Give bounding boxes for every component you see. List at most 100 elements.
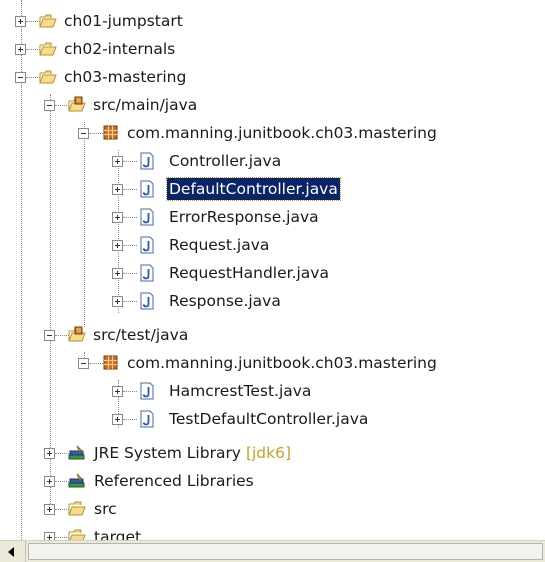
- folder-icon: [68, 501, 86, 516]
- tree-item-label: ch01-jumpstart: [64, 12, 183, 30]
- tree-item-errorresponse-java[interactable]: ErrorResponse.java: [0, 205, 545, 231]
- java-file-icon: [140, 236, 154, 254]
- expand-toggle[interactable]: [112, 184, 123, 195]
- tree-connector: [123, 161, 137, 162]
- tree-item-label: Referenced Libraries: [94, 472, 254, 490]
- source-folder-icon: [68, 326, 86, 342]
- scroll-left-arrow-icon[interactable]: [0, 541, 26, 562]
- tree-connector: [123, 245, 137, 246]
- tree-item-referenced-libraries[interactable]: Referenced Libraries: [0, 469, 545, 495]
- tree-item-package-main[interactable]: com.manning.junitbook.ch03.mastering: [0, 121, 545, 147]
- tree-item-label: Response.java: [169, 292, 281, 310]
- library-name: JRE System Library: [94, 444, 241, 462]
- folder-icon: [68, 529, 86, 540]
- collapse-toggle[interactable]: [78, 358, 89, 369]
- tree-connector: [123, 217, 137, 218]
- tree-connector: [55, 481, 69, 482]
- collapse-toggle[interactable]: [15, 72, 26, 83]
- tree-item-ch01-jumpstart[interactable]: ch01-jumpstart: [0, 9, 545, 35]
- expand-toggle[interactable]: [15, 16, 26, 27]
- java-file-icon: [140, 208, 154, 226]
- tree-item-target[interactable]: target: [0, 525, 545, 540]
- tree-item-controller-java[interactable]: Controller.java: [0, 149, 545, 175]
- package-icon: [103, 125, 118, 140]
- tree-item-ch02-internals[interactable]: ch02-internals: [0, 37, 545, 63]
- tree-item-label: HamcrestTest.java: [169, 382, 312, 400]
- java-file-icon: [140, 180, 154, 198]
- tree-item-label: ch02-internals: [64, 40, 176, 58]
- tree-connector: [89, 363, 103, 364]
- tree-item-package-test[interactable]: com.manning.junitbook.ch03.mastering: [0, 351, 545, 377]
- java-file-icon: [140, 382, 154, 400]
- tree-item-jre-system-library[interactable]: JRE System Library [jdk6]: [0, 441, 545, 467]
- library-icon: [68, 473, 85, 488]
- tree-item-label: ErrorResponse.java: [169, 208, 319, 226]
- java-file-icon: [140, 264, 154, 282]
- tree-item-label-selected: DefaultController.java: [166, 177, 341, 201]
- expand-toggle[interactable]: [44, 448, 55, 459]
- tree-item-request-java[interactable]: Request.java: [0, 233, 545, 259]
- tree-item-label: JRE System Library [jdk6]: [92, 442, 293, 464]
- expand-toggle[interactable]: [112, 240, 123, 251]
- java-file-icon: [140, 292, 154, 310]
- tree-connector: [123, 301, 137, 302]
- expand-toggle[interactable]: [112, 414, 123, 425]
- tree-connector: [55, 509, 69, 510]
- tree-connector: [55, 537, 69, 538]
- tree-item-label: src: [94, 500, 117, 518]
- library-icon: [68, 445, 85, 460]
- folder-open-icon: [39, 70, 57, 84]
- tree-item-ch03-mastering[interactable]: ch03-mastering: [0, 65, 545, 91]
- tree-connector: [55, 453, 69, 454]
- expand-toggle[interactable]: [112, 268, 123, 279]
- tree-item-label: TestDefaultController.java: [169, 410, 369, 428]
- tree-item-defaultcontroller-java[interactable]: DefaultController.java: [0, 177, 545, 203]
- tree-connector: [123, 189, 137, 190]
- tree-connector: [55, 335, 69, 336]
- source-folder-icon: [68, 96, 86, 112]
- tree-item-response-java[interactable]: Response.java: [0, 289, 545, 315]
- scrollbar-thumb[interactable]: [28, 543, 543, 560]
- tree-connector: [89, 133, 103, 134]
- tree-item-src[interactable]: src: [0, 497, 545, 523]
- expand-toggle[interactable]: [112, 156, 123, 167]
- expand-toggle[interactable]: [15, 44, 26, 55]
- java-file-icon: [140, 152, 154, 170]
- collapse-toggle[interactable]: [44, 100, 55, 111]
- project-explorer-tree[interactable]: ch01-jumpstart ch02-internals ch03-maste…: [0, 0, 545, 540]
- tree-item-src-main-java[interactable]: src/main/java: [0, 93, 545, 119]
- folder-open-icon: [39, 14, 57, 28]
- folder-open-icon: [39, 42, 57, 56]
- tree-connector: [26, 21, 40, 22]
- expand-toggle[interactable]: [44, 504, 55, 515]
- tree-connector: [26, 77, 40, 78]
- tree-connector: [123, 391, 137, 392]
- tree-item-label: com.manning.junitbook.ch03.mastering: [127, 124, 437, 142]
- tree-item-testdefaultcontroller-java[interactable]: TestDefaultController.java: [0, 407, 545, 433]
- expand-toggle[interactable]: [44, 532, 55, 540]
- tree-item-hamcresttest-java[interactable]: HamcrestTest.java: [0, 379, 545, 405]
- expand-toggle[interactable]: [112, 212, 123, 223]
- package-icon: [103, 355, 118, 370]
- tree-item-label: src/main/java: [93, 96, 198, 114]
- expand-toggle[interactable]: [112, 386, 123, 397]
- tree-item-label: RequestHandler.java: [169, 264, 329, 282]
- collapse-toggle[interactable]: [44, 330, 55, 341]
- horizontal-scrollbar[interactable]: [0, 540, 545, 562]
- tree-connector: [26, 49, 40, 50]
- java-file-icon: [140, 410, 154, 428]
- tree-item-requesthandler-java[interactable]: RequestHandler.java: [0, 261, 545, 287]
- tree-item-src-test-java[interactable]: src/test/java: [0, 323, 545, 349]
- library-decoration: [jdk6]: [245, 444, 292, 462]
- expand-toggle[interactable]: [44, 476, 55, 487]
- tree-item-label: target: [94, 528, 142, 540]
- tree-connector: [55, 105, 69, 106]
- tree-item-label: Request.java: [169, 236, 270, 254]
- tree-item-label: src/test/java: [93, 326, 189, 344]
- tree-item-label: com.manning.junitbook.ch03.mastering: [127, 354, 437, 372]
- tree-connector: [123, 419, 137, 420]
- expand-toggle[interactable]: [112, 296, 123, 307]
- tree-item-label: ch03-mastering: [64, 68, 187, 86]
- collapse-toggle[interactable]: [78, 128, 89, 139]
- tree-item-label: Controller.java: [169, 152, 282, 170]
